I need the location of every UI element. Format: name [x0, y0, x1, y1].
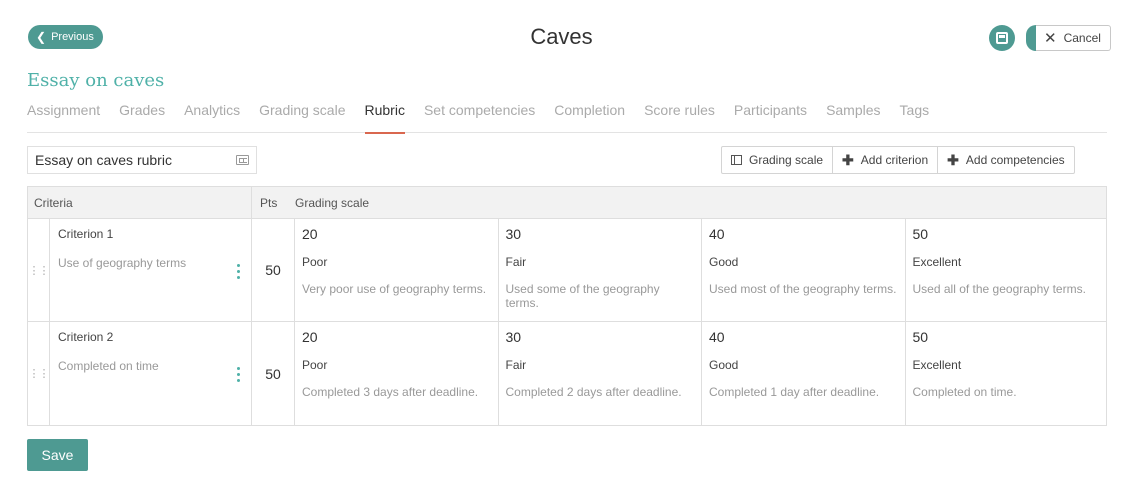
plus-icon: ✚: [842, 152, 854, 168]
kebab-menu-icon[interactable]: [237, 367, 241, 382]
rubric-name-value: Essay on caves rubric: [35, 152, 172, 168]
level-description: Very poor use of geography terms.: [302, 282, 487, 296]
cancel-group: ✕ Cancel: [1026, 25, 1111, 51]
level-points: 40: [709, 226, 725, 242]
plus-icon: ✚: [947, 152, 959, 168]
level-name: Fair: [505, 358, 527, 372]
app-frame: ❮ Previous Caves ✕ Cancel Essay on caves…: [8, 8, 1115, 478]
level-description: Completed 2 days after deadline.: [505, 385, 682, 399]
level-cell[interactable]: 50 Excellent Completed on time.: [906, 322, 1107, 425]
criterion-points[interactable]: 50: [252, 322, 295, 425]
close-icon: ✕: [1044, 29, 1057, 47]
save-icon-button[interactable]: [989, 25, 1015, 51]
level-points: 50: [912, 226, 929, 242]
table-header: Criteria Pts Grading scale: [28, 187, 1106, 219]
level-cell[interactable]: 20 Poor Completed 3 days after deadline.: [295, 322, 499, 425]
cancel-label: Cancel: [1063, 31, 1101, 45]
level-cell[interactable]: 40 Good Used most of the geography terms…: [702, 219, 906, 321]
level-description: Completed 1 day after deadline.: [709, 385, 880, 399]
criterion-description: Completed on time: [58, 359, 159, 373]
rubric-name-input[interactable]: Essay on caves rubric: [27, 146, 257, 174]
level-cell[interactable]: 20 Poor Very poor use of geography terms…: [295, 219, 499, 321]
assignment-title: Essay on caves: [27, 70, 165, 91]
level-points: 40: [709, 329, 725, 345]
tab-grades[interactable]: Grades: [119, 101, 165, 133]
table-row: ⋮⋮ Criterion 1 Use of geography terms 50…: [28, 219, 1106, 322]
level-name: Good: [709, 358, 739, 372]
grading-scale-label: Grading scale: [749, 153, 824, 167]
criterion-cell[interactable]: Criterion 2 Completed on time: [50, 322, 252, 425]
tab-analytics[interactable]: Analytics: [184, 101, 240, 133]
tab-score-rules[interactable]: Score rules: [644, 101, 715, 133]
tab-grading-scale[interactable]: Grading scale: [259, 101, 345, 133]
header-grading-scale: Grading scale: [295, 195, 370, 210]
tab-assignment[interactable]: Assignment: [27, 101, 100, 133]
rubric-table: Criteria Pts Grading scale ⋮⋮ Criterion …: [27, 186, 1107, 426]
cancel-cap: [1026, 25, 1036, 51]
level-name: Poor: [302, 358, 328, 372]
level-cell[interactable]: 30 Fair Completed 2 days after deadline.: [499, 322, 702, 425]
level-points: 50: [912, 329, 929, 345]
card-icon[interactable]: [236, 155, 249, 165]
criterion-points[interactable]: 50: [252, 219, 295, 321]
level-cell[interactable]: 40 Good Completed 1 day after deadline.: [702, 322, 906, 425]
criterion-cell[interactable]: Criterion 1 Use of geography terms: [50, 219, 252, 321]
drag-handle-icon[interactable]: ⋮⋮: [28, 219, 50, 321]
level-points: 20: [302, 329, 318, 345]
tab-set-competencies[interactable]: Set competencies: [424, 101, 535, 133]
tab-samples[interactable]: Samples: [826, 101, 880, 133]
save-button[interactable]: Save: [27, 439, 88, 471]
level-name: Excellent: [912, 255, 962, 269]
tab-bar: Assignment Grades Analytics Grading scal…: [27, 101, 1107, 134]
add-criterion-label: Add criterion: [860, 153, 929, 167]
level-cell[interactable]: 50 Excellent Used all of the geography t…: [906, 219, 1107, 321]
add-competencies-button[interactable]: ✚ Add competencies: [938, 147, 1073, 173]
grading-scale-button[interactable]: Grading scale: [722, 147, 834, 173]
level-name: Poor: [302, 255, 328, 269]
level-name: Fair: [505, 255, 527, 269]
level-name: Good: [709, 255, 739, 269]
tab-completion[interactable]: Completion: [554, 101, 625, 133]
table-row: ⋮⋮ Criterion 2 Completed on time 50 20 P…: [28, 322, 1106, 425]
criterion-name: Criterion 2: [58, 330, 114, 344]
header-criteria: Criteria: [28, 187, 252, 218]
tab-rubric[interactable]: Rubric: [364, 101, 406, 134]
kebab-menu-icon[interactable]: [237, 264, 241, 279]
grid-icon: [731, 155, 742, 165]
tab-tags[interactable]: Tags: [900, 101, 930, 133]
level-description: Completed on time.: [912, 385, 1017, 399]
criterion-name: Criterion 1: [58, 227, 114, 241]
level-cell[interactable]: 30 Fair Used some of the geography terms…: [499, 219, 702, 321]
header-pts: Pts: [260, 195, 278, 210]
rubric-actions: Grading scale ✚ Add criterion ✚ Add comp…: [721, 146, 1075, 174]
level-description: Completed 3 days after deadline.: [302, 385, 479, 399]
floppy-disk-icon: [996, 32, 1008, 44]
add-criterion-button[interactable]: ✚ Add criterion: [833, 147, 939, 173]
cancel-button[interactable]: ✕ Cancel: [1036, 25, 1111, 51]
page-title: Caves: [530, 24, 593, 49]
level-points: 20: [302, 226, 318, 242]
level-points: 30: [505, 329, 522, 345]
level-name: Excellent: [912, 358, 962, 372]
tab-participants[interactable]: Participants: [734, 101, 807, 133]
criterion-description: Use of geography terms: [58, 256, 187, 270]
level-description: Used some of the geography terms.: [505, 282, 660, 310]
level-description: Used all of the geography terms.: [912, 282, 1086, 296]
drag-handle-icon[interactable]: ⋮⋮: [28, 322, 50, 425]
level-points: 30: [505, 226, 522, 242]
level-description: Used most of the geography terms.: [709, 282, 897, 296]
add-competencies-label: Add competencies: [965, 153, 1065, 167]
